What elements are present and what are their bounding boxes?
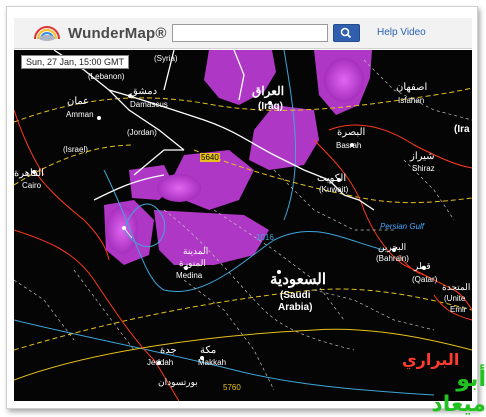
forecast-timestamp: Sun, 27 Jan, 15:00 GMT	[21, 55, 130, 69]
label-shiraz: Shiraz	[412, 164, 435, 173]
label-port-sudan-ar: بورتسودان	[158, 377, 198, 387]
label-amman-ar: عمان	[67, 96, 90, 107]
label-saudi-ar: السعودية	[270, 271, 327, 288]
label-uae-ar: المتحدة	[442, 282, 471, 292]
brand-title: WunderMap®	[68, 25, 167, 42]
weather-map[interactable]: (Syria) (Lebanon) دمشق Damascus عمان Amm…	[14, 50, 472, 401]
search-button[interactable]	[333, 24, 360, 42]
toolbar: WunderMap® Help Video	[14, 18, 472, 49]
label-cairo: Cairo	[22, 181, 42, 190]
isobar-label-5640: 5640	[200, 153, 220, 162]
label-israel: (Israel)	[63, 145, 88, 154]
label-kuwait-ar: الكويت	[317, 173, 347, 184]
label-isfahan: Isfahan	[398, 96, 425, 105]
isobar-label-1016: 1016	[256, 233, 274, 242]
help-video-link[interactable]: Help Video	[377, 27, 426, 38]
label-iraq-ar: العراق	[252, 84, 285, 98]
label-qatar-ar: قطر	[414, 261, 431, 271]
label-medina-ar2: المنورة	[179, 258, 206, 268]
label-bahrain: (Bahrain)	[376, 254, 409, 263]
label-jordan: (Jordan)	[127, 128, 157, 137]
label-emir: Emir	[450, 305, 467, 314]
label-basrah: Basrah	[336, 141, 362, 150]
label-syria: (Syria)	[154, 54, 178, 63]
label-qatar: (Qatar)	[412, 275, 438, 284]
label-lebanon: (Lebanon)	[88, 72, 125, 81]
label-jeddah: Jeddah	[147, 358, 174, 367]
label-iran: (Ira	[454, 124, 470, 135]
label-jeddah-ar: جدة	[160, 345, 177, 356]
label-damascus-ar: دمشق	[130, 86, 158, 97]
label-makkah-ar: مكة	[200, 345, 217, 356]
label-bahrain-ar: البحرين	[378, 242, 407, 252]
label-kuwait: (Kuwait)	[319, 185, 349, 194]
label-makkah: Makkah	[198, 358, 227, 367]
label-amman: Amman	[66, 110, 94, 119]
label-uae: (Unite	[444, 294, 466, 303]
magnifier-icon	[340, 27, 352, 39]
label-basrah-ar: البصرة	[337, 127, 366, 138]
isobar-label-5760: 5760	[223, 383, 241, 392]
label-damascus: Damascus	[130, 100, 168, 109]
label-medina-ar: المدينة	[183, 246, 209, 256]
label-medina: Medina	[176, 271, 203, 280]
label-isfahan-ar: اصفهان	[396, 82, 428, 93]
label-persian-gulf: Persian Gulf	[380, 222, 425, 231]
label-cairo-ar: القاهرة	[14, 168, 44, 179]
label-iraq: (Iraq)	[258, 101, 283, 112]
label-shiraz-ar: شيراز	[410, 151, 435, 162]
label-saudi: (Saudi	[280, 290, 311, 301]
search-input[interactable]	[172, 24, 328, 42]
label-arabia: Arabia)	[278, 302, 313, 313]
credit-line-2: أبو ميعاد	[431, 367, 486, 417]
cloud-rainbow-icon	[34, 26, 60, 41]
